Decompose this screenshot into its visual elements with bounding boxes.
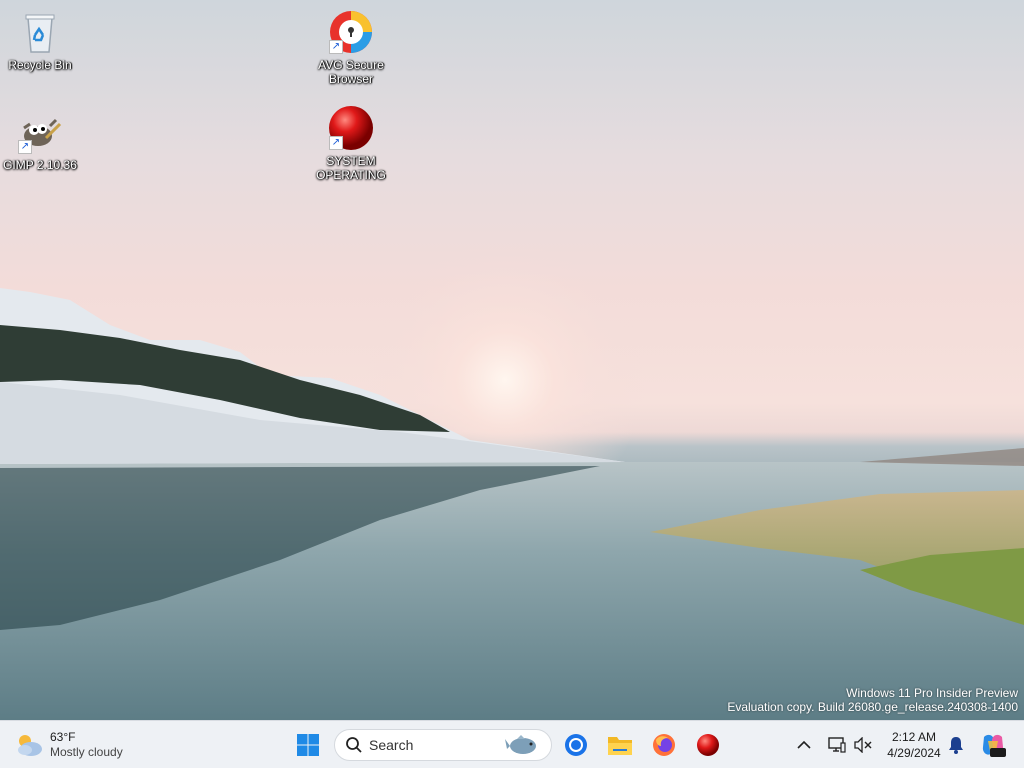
red-sphere-icon — [697, 734, 719, 756]
taskbar: 63°F Mostly cloudy Search 2:12 AM 4/29/2… — [0, 720, 1024, 768]
avg-secure-browser-shortcut[interactable]: ↗ AVG Secure Browser — [311, 8, 391, 86]
shortcut-arrow-icon: ↗ — [329, 136, 343, 150]
network-icon — [828, 737, 846, 753]
start-button[interactable] — [292, 729, 324, 761]
shortcut-arrow-icon: ↗ — [18, 140, 32, 154]
chrome-taskbar-button[interactable] — [560, 729, 592, 761]
shortcut-arrow-icon: ↗ — [329, 40, 343, 54]
evaluation-watermark: Windows 11 Pro Insider Preview Evaluatio… — [727, 686, 1018, 714]
avg-browser-icon: ↗ — [327, 8, 375, 56]
partly-cloudy-icon — [18, 735, 42, 756]
desktop-icon-label: GIMP 2.10.36 — [3, 158, 77, 172]
copilot-button[interactable] — [976, 729, 1010, 761]
notifications-button[interactable] — [941, 729, 971, 761]
clock-time: 2:12 AM — [891, 730, 937, 744]
desktop-icon-label: Recycle Bin — [8, 58, 72, 72]
weather-widget[interactable]: 63°F Mostly cloudy — [14, 727, 123, 763]
bell-icon — [949, 737, 963, 754]
search-icon — [346, 737, 362, 753]
firefox-taskbar-button[interactable] — [648, 729, 680, 761]
gimp-shortcut[interactable]: ↗ GIMP 2.10.36 — [0, 108, 80, 172]
weather-condition: Mostly cloudy — [50, 745, 123, 759]
desktop-icon-label: AVG Secure Browser — [318, 58, 384, 86]
desktop-icon-label: SYSTEM OPERATING — [316, 154, 386, 182]
red-sphere-icon: ↗ — [327, 104, 375, 152]
desktop: Recycle Bin ↗ GIMP 2.10.36 ↗ AVG Secure … — [0, 0, 1024, 720]
show-hidden-icons-button[interactable] — [789, 729, 819, 761]
clock-date: 4/29/2024 — [887, 746, 941, 760]
wallpaper — [0, 240, 1024, 720]
search-highlight-icon — [505, 735, 536, 754]
gimp-icon: ↗ — [16, 108, 64, 156]
system-operating-taskbar-button[interactable] — [692, 729, 724, 761]
volume-button[interactable] — [848, 729, 878, 761]
copilot-icon — [982, 734, 1006, 757]
recycle-bin-icon — [16, 8, 64, 56]
volume-muted-icon — [854, 737, 872, 753]
clock[interactable]: 2:12 AM 4/29/2024 — [882, 729, 946, 761]
weather-temperature: 63°F — [50, 730, 76, 744]
search-placeholder: Search — [369, 737, 414, 753]
windows-logo-icon — [297, 734, 319, 756]
chrome-icon — [565, 734, 587, 756]
system-operating-shortcut[interactable]: ↗ SYSTEM OPERATING — [311, 104, 391, 182]
watermark-line-2: Evaluation copy. Build 26080.ge_release.… — [727, 700, 1018, 714]
folder-icon — [608, 737, 632, 755]
watermark-line-1: Windows 11 Pro Insider Preview — [846, 686, 1018, 700]
file-explorer-taskbar-button[interactable] — [604, 729, 636, 761]
search-box[interactable]: Search — [334, 729, 552, 761]
chevron-up-icon — [797, 740, 811, 749]
recycle-bin-shortcut[interactable]: Recycle Bin — [0, 8, 80, 72]
firefox-icon — [653, 734, 675, 756]
